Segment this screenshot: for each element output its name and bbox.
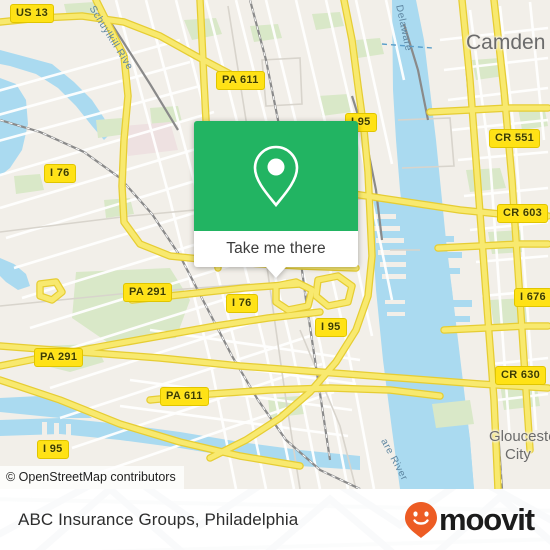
road-shield-cr-551: CR 551 <box>489 129 541 148</box>
osm-attribution[interactable]: © OpenStreetMap contributors <box>0 466 184 489</box>
moovit-brand[interactable]: moovit <box>404 501 535 539</box>
place-label-gloucester-city: City <box>505 446 531 463</box>
footer-bar: ABC Insurance Groups, Philadelphia moovi… <box>0 489 550 550</box>
map-canvas[interactable]: Delaware are River Schuylkill Rive Camde… <box>0 0 550 489</box>
popup-image-panel <box>194 121 358 231</box>
moovit-wordmark: moovit <box>438 501 535 537</box>
place-label-camden: Camden <box>466 31 546 54</box>
road-shield-i-76-west: I 76 <box>44 164 76 183</box>
road-shield-pa-291-north: PA 291 <box>123 283 173 302</box>
road-shield-cr-630: CR 630 <box>495 366 547 385</box>
road-shield-pa-291-south: PA 291 <box>34 348 84 367</box>
road-shield-pa-611-north: PA 611 <box>216 71 265 90</box>
road-shield-cr-603: CR 603 <box>497 204 549 223</box>
road-shield-i-95-south: I 95 <box>37 440 69 459</box>
popup-pointer-tail <box>266 267 286 278</box>
road-shield-us-13: US 13 <box>10 4 55 23</box>
page-title: ABC Insurance Groups, Philadelphia <box>18 509 299 529</box>
moovit-location-page: Delaware are River Schuylkill Rive Camde… <box>0 0 550 550</box>
road-shield-i-95-central: I 95 <box>315 318 347 337</box>
place-label-gloucester: Gloucester <box>489 428 550 445</box>
map-pin-icon <box>253 145 299 208</box>
popup-action-panel[interactable]: Take me there <box>194 231 358 278</box>
road-shield-i-676: I 676 <box>514 288 550 307</box>
road-shield-i-76-central: I 76 <box>226 294 258 313</box>
take-me-there-label: Take me there <box>226 240 326 257</box>
moovit-smiley-pin-icon <box>404 501 437 538</box>
location-popup[interactable]: Take me there <box>194 121 358 278</box>
road-shield-pa-611-south: PA 611 <box>160 387 209 406</box>
